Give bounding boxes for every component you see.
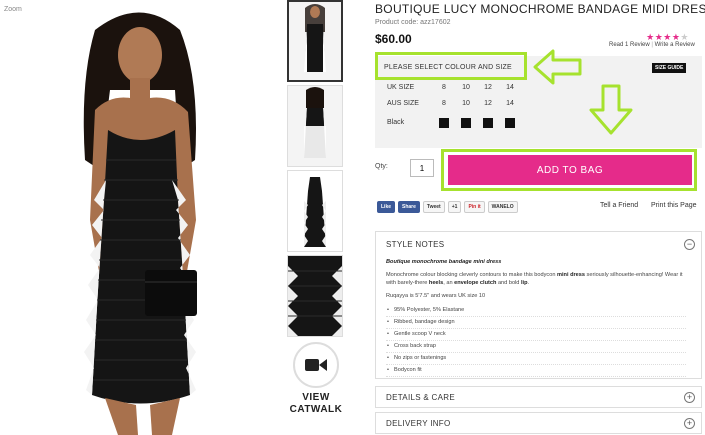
product-title: BOUTIQUE LUCY MONOCHROME BANDAGE MIDI DR… bbox=[375, 2, 705, 16]
style-notes-body: Boutique monochrome bandage mini dress M… bbox=[386, 258, 686, 377]
list-item: 95% Polyester, 5% Elastane bbox=[386, 305, 686, 317]
aus-size-option[interactable]: 12 bbox=[481, 100, 495, 107]
aus-size-option[interactable]: 10 bbox=[459, 100, 473, 107]
qty-label: Qty: bbox=[375, 163, 388, 170]
product-code: Product code: azz17602 bbox=[375, 19, 451, 26]
print-page-link[interactable]: Print this Page bbox=[651, 202, 697, 209]
heels-link[interactable]: heels bbox=[429, 280, 443, 286]
review-links: Read 1 Review | Write a Review bbox=[609, 42, 695, 48]
zoom-label[interactable]: Zoom bbox=[4, 6, 22, 13]
model-info: Ruqayya is 5'7.5" and wears UK size 10 bbox=[386, 293, 486, 299]
social-share-bar: Like Share Tweet +1 Pin it WANELO bbox=[377, 201, 518, 213]
thumbnail-strip bbox=[287, 0, 343, 340]
list-item: No zips or fastenings bbox=[386, 353, 686, 365]
read-review-link[interactable]: Read 1 Review bbox=[609, 42, 650, 48]
details-care-heading[interactable]: DETAILS & CARE bbox=[386, 393, 455, 402]
list-item: Gentle scoop V neck bbox=[386, 329, 686, 341]
list-item: Ribbed, bandage design bbox=[386, 317, 686, 329]
style-notes-section: STYLE NOTES − Boutique monochrome bandag… bbox=[375, 231, 702, 379]
delivery-info-section[interactable]: DELIVERY INFO + bbox=[375, 412, 702, 434]
colour-label: Black bbox=[387, 119, 405, 126]
arrow-left-icon bbox=[533, 49, 582, 85]
highlight-select-box bbox=[375, 52, 527, 80]
thumbnail-back[interactable] bbox=[287, 85, 343, 167]
thumbnail-detail[interactable] bbox=[287, 255, 343, 337]
features-list: 95% Polyester, 5% Elastane Ribbed, banda… bbox=[386, 305, 686, 377]
envelope-clutch-link[interactable]: envelope clutch bbox=[454, 280, 496, 286]
style-notes-heading[interactable]: STYLE NOTES bbox=[386, 240, 444, 249]
uk-size-label: UK SIZE bbox=[387, 84, 415, 91]
black-swatch-size-10[interactable] bbox=[461, 118, 471, 128]
facebook-share-button[interactable]: Share bbox=[398, 201, 420, 213]
uk-size-option[interactable]: 14 bbox=[503, 84, 517, 91]
pinterest-button[interactable]: Pin it bbox=[464, 201, 485, 213]
star-rating-icon: ★★★★★ bbox=[646, 32, 689, 42]
expand-icon[interactable]: + bbox=[684, 418, 695, 429]
facebook-like-button[interactable]: Like bbox=[377, 201, 396, 213]
thumbnail-flat[interactable] bbox=[287, 170, 343, 252]
style-notes-description: Monochrome colour blocking cleverly cont… bbox=[386, 272, 683, 286]
uk-size-option[interactable]: 8 bbox=[437, 84, 451, 91]
wanelo-button[interactable]: WANELO bbox=[487, 201, 518, 213]
black-swatch-size-8[interactable] bbox=[439, 118, 449, 128]
aus-size-option[interactable]: 14 bbox=[503, 100, 517, 107]
size-guide-button[interactable]: SIZE GUIDE bbox=[652, 63, 687, 73]
list-item: Bodycon fit bbox=[386, 365, 686, 377]
google-plus-button[interactable]: +1 bbox=[447, 201, 462, 213]
main-product-image[interactable]: Zoom bbox=[0, 0, 283, 435]
qty-input[interactable] bbox=[410, 159, 434, 177]
model-photo bbox=[83, 12, 197, 435]
details-care-section[interactable]: DETAILS & CARE + bbox=[375, 386, 702, 408]
mini-dress-link[interactable]: mini dress bbox=[557, 272, 585, 278]
black-swatch-size-12[interactable] bbox=[483, 118, 493, 128]
catwalk-label-catwalk: CATWALK bbox=[289, 404, 343, 415]
uk-size-option[interactable]: 10 bbox=[459, 84, 473, 91]
thumbnail-front[interactable] bbox=[287, 0, 343, 82]
product-price: $60.00 bbox=[375, 32, 412, 46]
video-camera-icon bbox=[293, 342, 339, 388]
black-swatch-size-14[interactable] bbox=[505, 118, 515, 128]
write-review-link[interactable]: Write a Review bbox=[655, 42, 695, 48]
delivery-info-heading[interactable]: DELIVERY INFO bbox=[386, 419, 451, 428]
highlight-add-to-bag bbox=[441, 149, 697, 191]
rating-stars: ★★★★★ bbox=[609, 33, 689, 42]
aus-size-label: AUS SIZE bbox=[387, 100, 419, 107]
style-notes-intro: Boutique monochrome bandage mini dress bbox=[386, 259, 502, 265]
expand-icon[interactable]: + bbox=[684, 392, 695, 403]
catwalk-label-view: VIEW bbox=[302, 392, 330, 403]
list-item: Cross back strap bbox=[386, 341, 686, 353]
arrow-down-icon bbox=[589, 84, 633, 135]
view-catwalk-button[interactable]: VIEW CATWALK bbox=[288, 342, 344, 416]
collapse-icon[interactable]: − bbox=[684, 239, 695, 250]
uk-size-option[interactable]: 12 bbox=[481, 84, 495, 91]
tell-a-friend-link[interactable]: Tell a Friend bbox=[600, 202, 638, 209]
tweet-button[interactable]: Tweet bbox=[422, 201, 445, 213]
aus-size-option[interactable]: 8 bbox=[437, 100, 451, 107]
